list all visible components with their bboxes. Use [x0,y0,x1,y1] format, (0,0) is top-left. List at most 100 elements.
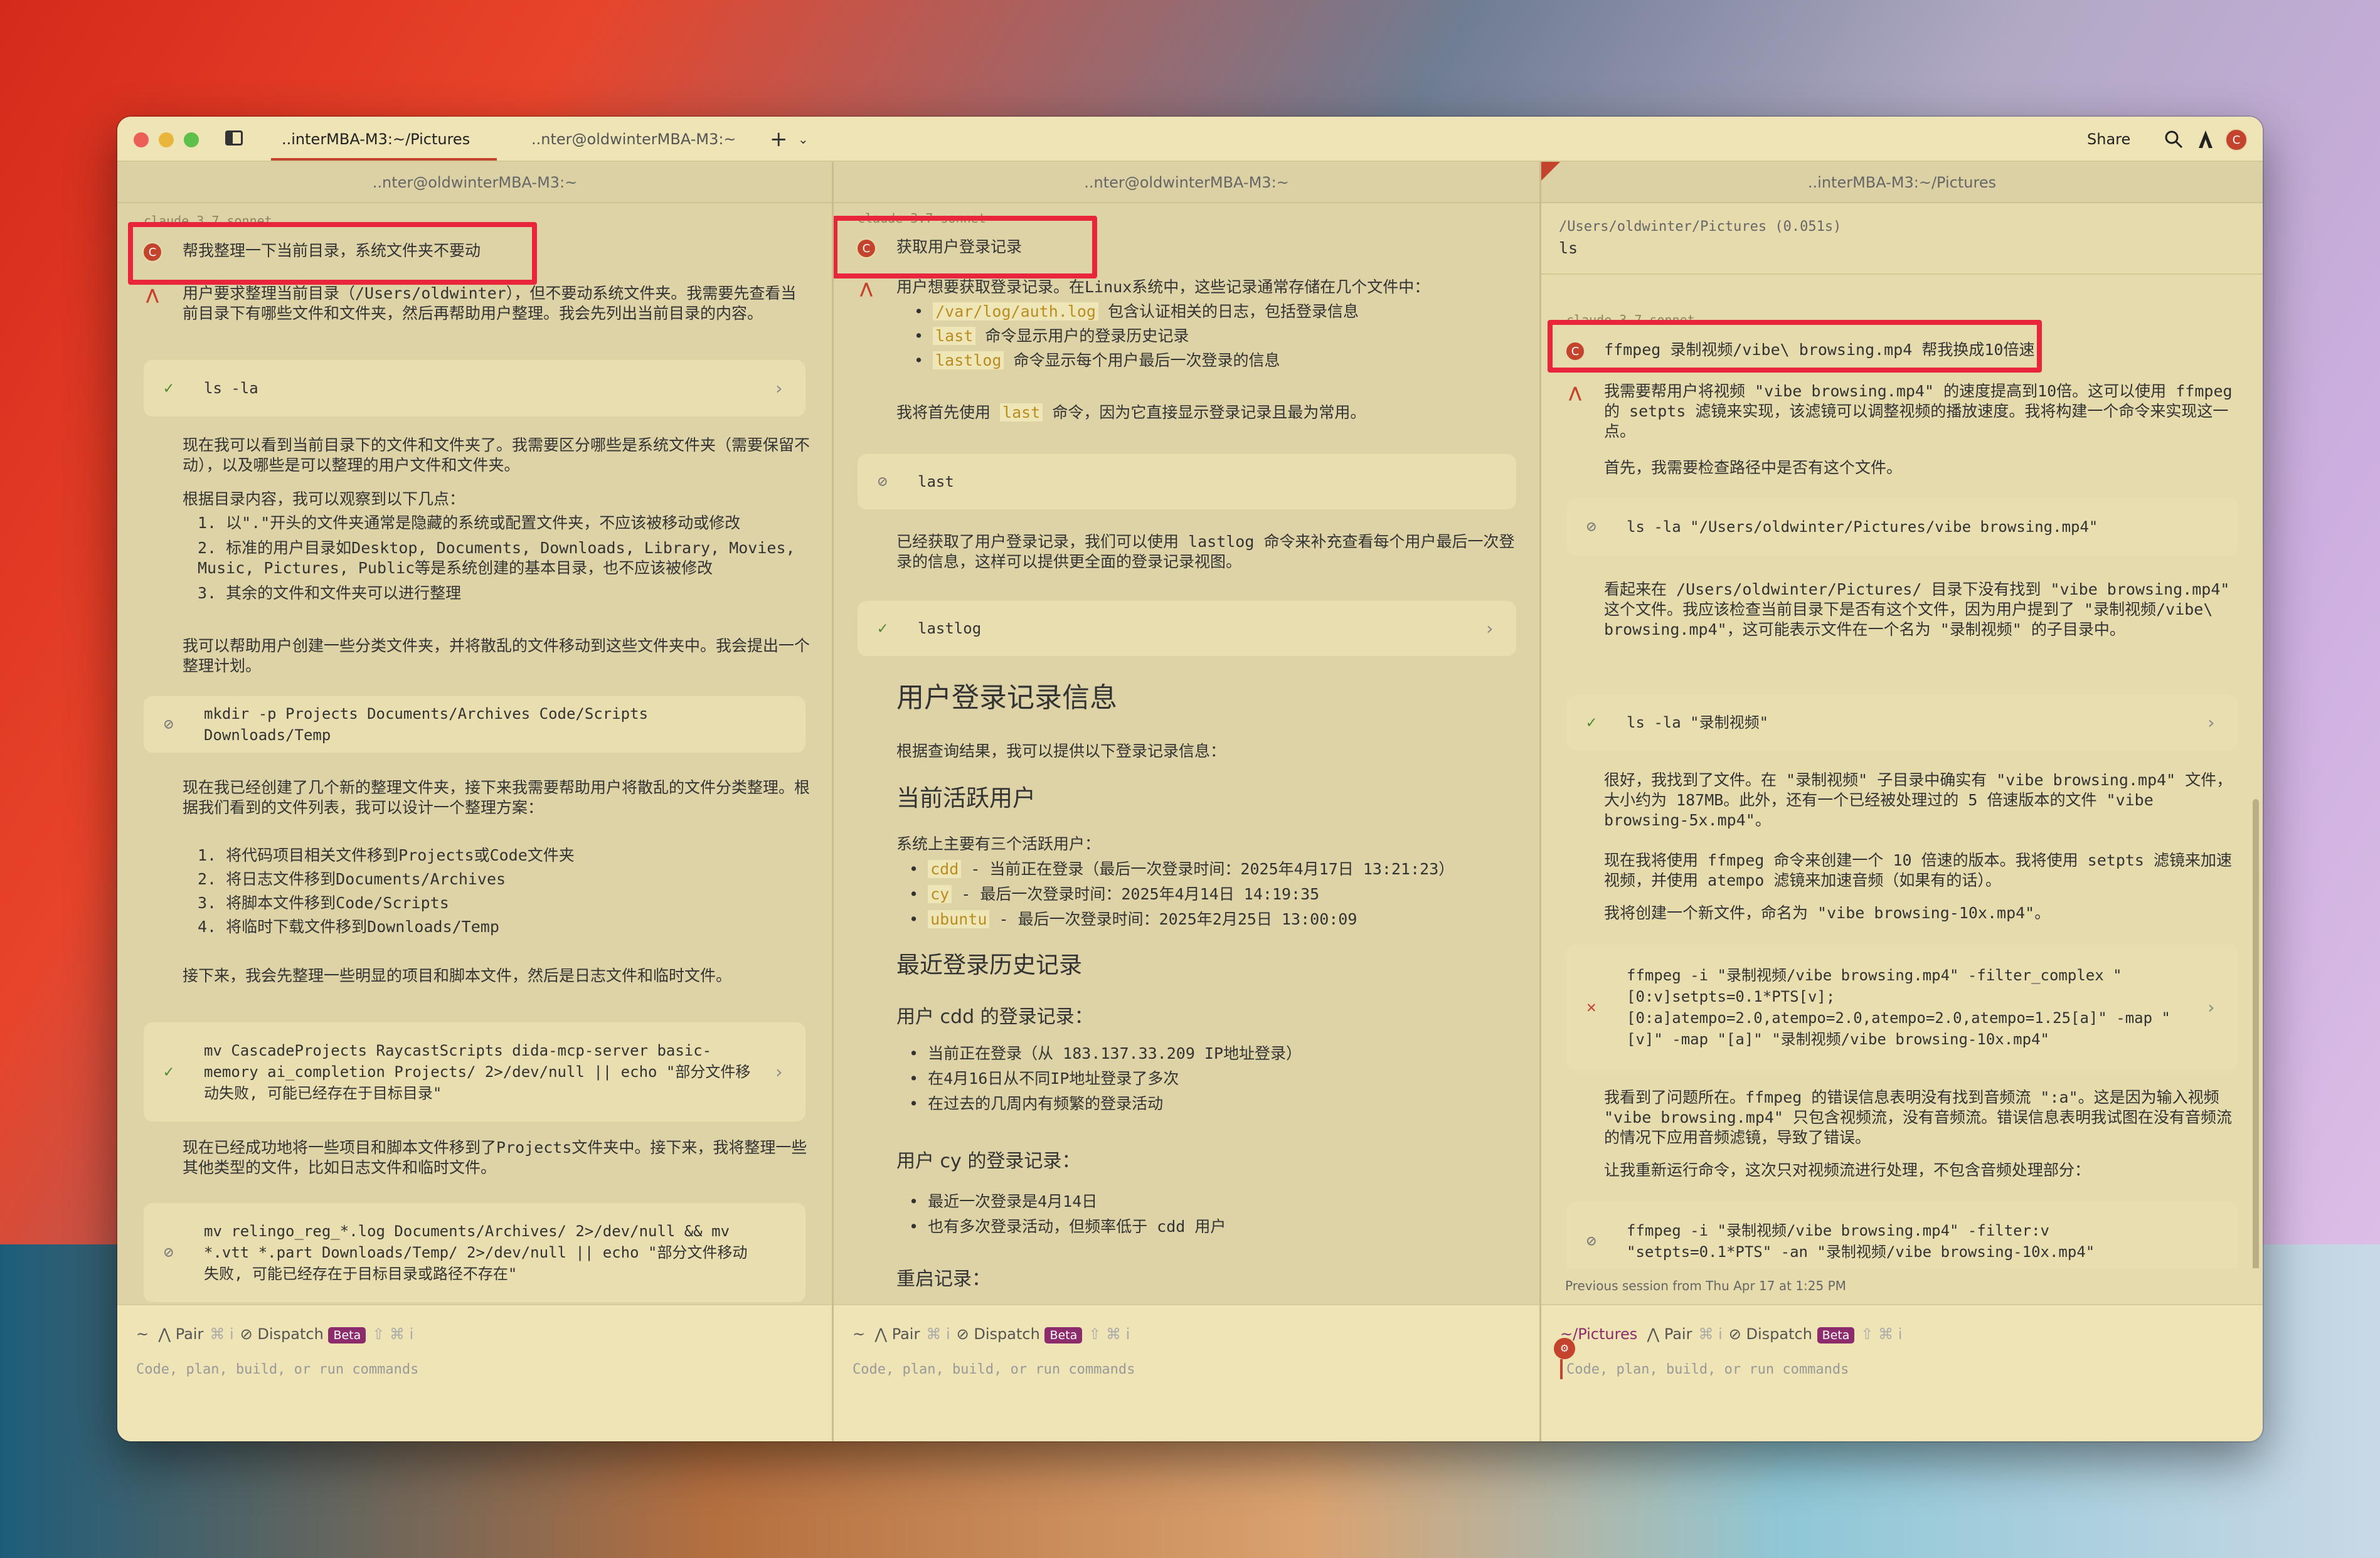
highlight-box [1548,320,2042,373]
tool-command: ffmpeg -i "录制视频/vibe browsing.mp4" -filt… [1627,1222,2095,1261]
input-toolbar: ~ ⋀ Pair ⌘ i ⊘ Dispatch Beta ⇧ ⌘ i [853,1325,1130,1343]
agent-icon: ⋀ [1568,384,1582,401]
tool-call-block[interactable]: ✓ ls -la "录制视频" › [1566,695,2238,750]
heading-2: 最近登录历史记录 [896,951,1082,978]
agent-message: 已经获取了用户登录记录，我们可以使用 lastlog 命令来补充查看每个用户最后… [896,533,1515,571]
tool-command: ls -la "录制视频" [1627,714,1769,731]
agent-message: 现在我将使用 ffmpeg 命令来创建一个 10 倍速的版本。我将使用 setp… [1604,851,2233,889]
warp-logo-icon[interactable] [2197,129,2214,149]
command-input[interactable]: Code, plan, build, or run commands [136,1362,418,1377]
heading-3: 用户 cy 的登录记录： [896,1150,1081,1172]
agent-message: 我将创建一个新文件，命名为 "vibe browsing-10x.mp4"。 [1604,904,2051,922]
agent-message: 看起来在 /Users/oldwinter/Pictures/ 目录下没有找到 … [1604,580,2239,639]
pair-icon: ⋀ [1647,1325,1660,1343]
chevron-right-icon[interactable]: › [2206,997,2216,1018]
right-pane-header: ..interMBA-M3:~/Pictures [1541,162,2263,203]
list-item: • 当前正在登录（从 183.137.33.209 IP地址登录） [909,1044,1302,1063]
check-icon: ✓ [164,379,174,398]
check-icon: ✓ [1586,713,1596,732]
list-item: 2. 标准的用户目录如Desktop, Documents, Downloads… [198,539,805,577]
pair-icon: ⋀ [874,1325,888,1343]
heading-2: 当前活跃用户 [896,785,1036,812]
agent-icon: ⋀ [859,280,873,297]
tool-call-block[interactable]: ⊘ mkdir -p Projects Documents/Archives Co… [144,696,805,753]
right-pane-body: /Users/oldwinter/Pictures (0.051s) ls cl… [1541,203,2263,1304]
minimize-window-button[interactable] [159,132,174,147]
warp-terminal-window: ..interMBA-M3:~/Pictures ..nter@oldwinte… [117,117,2263,1441]
chevron-right-icon[interactable]: › [773,378,784,399]
list-item: 3. 其余的文件和文件夹可以进行整理 [198,584,462,602]
scrollbar[interactable] [2253,799,2259,1301]
zoom-window-button[interactable] [184,132,199,147]
agent-message: 接下来，我会先整理一些明显的项目和脚本文件，然后是日志文件和临时文件。 [183,967,732,985]
chevron-down-icon[interactable]: ⌄ [798,117,809,162]
heading-1: 用户登录记录信息 [896,682,1117,714]
middle-input-area: ~ ⋀ Pair ⌘ i ⊘ Dispatch Beta ⇧ ⌘ i Code, pl… [834,1304,1539,1441]
pair-mode-button[interactable]: Pair [176,1325,204,1343]
middle-pane-header: ..nter@oldwinterMBA-M3:~ [834,162,1539,203]
tool-call-block[interactable]: ⊘ last [858,454,1516,509]
forbid-icon: ⊘ [878,472,888,491]
tab-home[interactable]: ..nter@oldwinterMBA-M3:~ [531,117,736,162]
paragraph: 系统上主要有三个活跃用户： [896,835,1101,853]
user-avatar[interactable]: C [2225,129,2248,151]
check-icon: ✓ [164,1063,174,1081]
tool-command: lastlog [918,620,982,637]
share-button[interactable]: Share [2087,117,2130,162]
dispatch-mode-button[interactable]: Dispatch [1746,1325,1812,1343]
tool-call-block[interactable]: ✓ ls -la › [144,360,805,416]
command-input[interactable]: Code, plan, build, or run commands [853,1362,1135,1377]
close-window-button[interactable] [134,132,149,147]
tab-pictures[interactable]: ..interMBA-M3:~/Pictures [282,117,470,162]
left-pane: ..nter@oldwinterMBA-M3:~ claude 3.7 sonn… [117,162,832,1441]
command-input[interactable]: Code, plan, build, or run commands [1566,1362,1849,1377]
input-toolbar: ~ ⋀ Pair ⌘ i ⊘ Dispatch Beta ⇧ ⌘ i [136,1325,414,1343]
list-item: • 在过去的几周内有频繁的登录活动 [909,1094,1164,1113]
list-item: • 最近一次登录是4月14日 [909,1192,1098,1211]
agent-icon: ⋀ [146,286,159,304]
list-item: • cy - 最后一次登录时间：2025年4月14日 14:19:35 [909,885,1320,903]
chevron-right-icon[interactable]: › [773,1062,784,1083]
dispatch-mode-button[interactable]: Dispatch [974,1325,1039,1343]
search-icon[interactable] [2164,129,2184,149]
dispatch-mode-button[interactable]: Dispatch [257,1325,323,1343]
list-item: • cdd - 当前正在登录（最后一次登录时间：2025年4月17日 13:21… [909,860,1455,878]
warp-agent-badge-icon: ⚙ [1554,1338,1575,1359]
forbid-icon: ⊘ [164,715,174,734]
tool-command: ffmpeg -i "录制视频/vibe browsing.mp4" -filt… [1627,967,2170,1048]
new-tab-button[interactable]: + [770,117,788,162]
highlight-box [128,222,537,285]
cwd-label: ~ [853,1325,866,1343]
agent-message: 现在我可以看到当前目录下的文件和文件夹了。我需要区分哪些是系统文件夹（需要保留不… [183,436,810,474]
agent-message: 我需要帮用户将视频 "vibe browsing.mp4" 的速度提高到10倍。… [1604,382,2242,440]
tool-command: mv CascadeProjects RaycastScripts dida-m… [204,1042,751,1102]
forbid-icon: ⊘ [1586,517,1596,536]
list-item: 3. 将脚本文件移到Code/Scripts [198,894,449,912]
tool-call-block[interactable]: ✕ ffmpeg -i "录制视频/vibe browsing.mp4" -fil… [1566,945,2238,1070]
agent-message: 根据目录内容，我可以观察到以下几点： [183,490,465,508]
list-item: • /var/log/auth.log 包含认证相关的日志，包括登录信息 [914,302,1359,321]
heading-3: 重启记录： [896,1268,991,1290]
tool-call-block[interactable]: ⊘ ls -la "/Users/oldwinter/Pictures/vibe … [1566,498,2238,556]
chevron-right-icon[interactable]: › [1484,618,1495,639]
list-item: 1. 将代码项目相关文件移到Projects或Code文件夹 [198,846,575,864]
block-command: ls [1559,239,1578,257]
forbid-icon: ⊘ [1586,1232,1596,1251]
agent-message: 用户想要获取登录记录。在Linux系统中，这些记录通常存储在几个文件中： [896,278,1430,296]
sidebar-toggle-icon[interactable] [225,130,243,146]
agent-message: 现在已经成功地将一些项目和脚本文件移到了Projects文件夹中。接下来，我将整… [183,1138,807,1177]
dispatch-icon: ⊘ [1728,1325,1741,1343]
tool-call-block[interactable]: ⊘ mv relingo_reg_*.log Documents/Archives… [144,1203,805,1302]
input-toolbar: ~/Pictures ⋀ Pair ⌘ i ⊘ Dispatch Beta ⇧ ⌘ i [1560,1325,1903,1343]
active-pane-marker [1541,162,1560,181]
tool-call-block[interactable]: ✓ lastlog › [858,601,1516,656]
list-item: • 在4月16日从不同IP地址登录了多次 [909,1069,1179,1088]
error-icon: ✕ [1586,998,1596,1017]
pair-mode-button[interactable]: Pair [1664,1325,1692,1343]
agent-message: 首先，我需要检查路径中是否有这个文件。 [1604,458,1903,477]
chevron-right-icon[interactable]: › [2206,713,2216,733]
pair-mode-button[interactable]: Pair [892,1325,920,1343]
tool-call-block[interactable]: ✓ mv CascadeProjects RaycastScripts dida-… [144,1022,805,1121]
agent-message: 我将首先使用 last 命令，因为它直接显示登录记录且最为常用。 [896,403,1366,421]
beta-badge: Beta [1044,1327,1083,1343]
